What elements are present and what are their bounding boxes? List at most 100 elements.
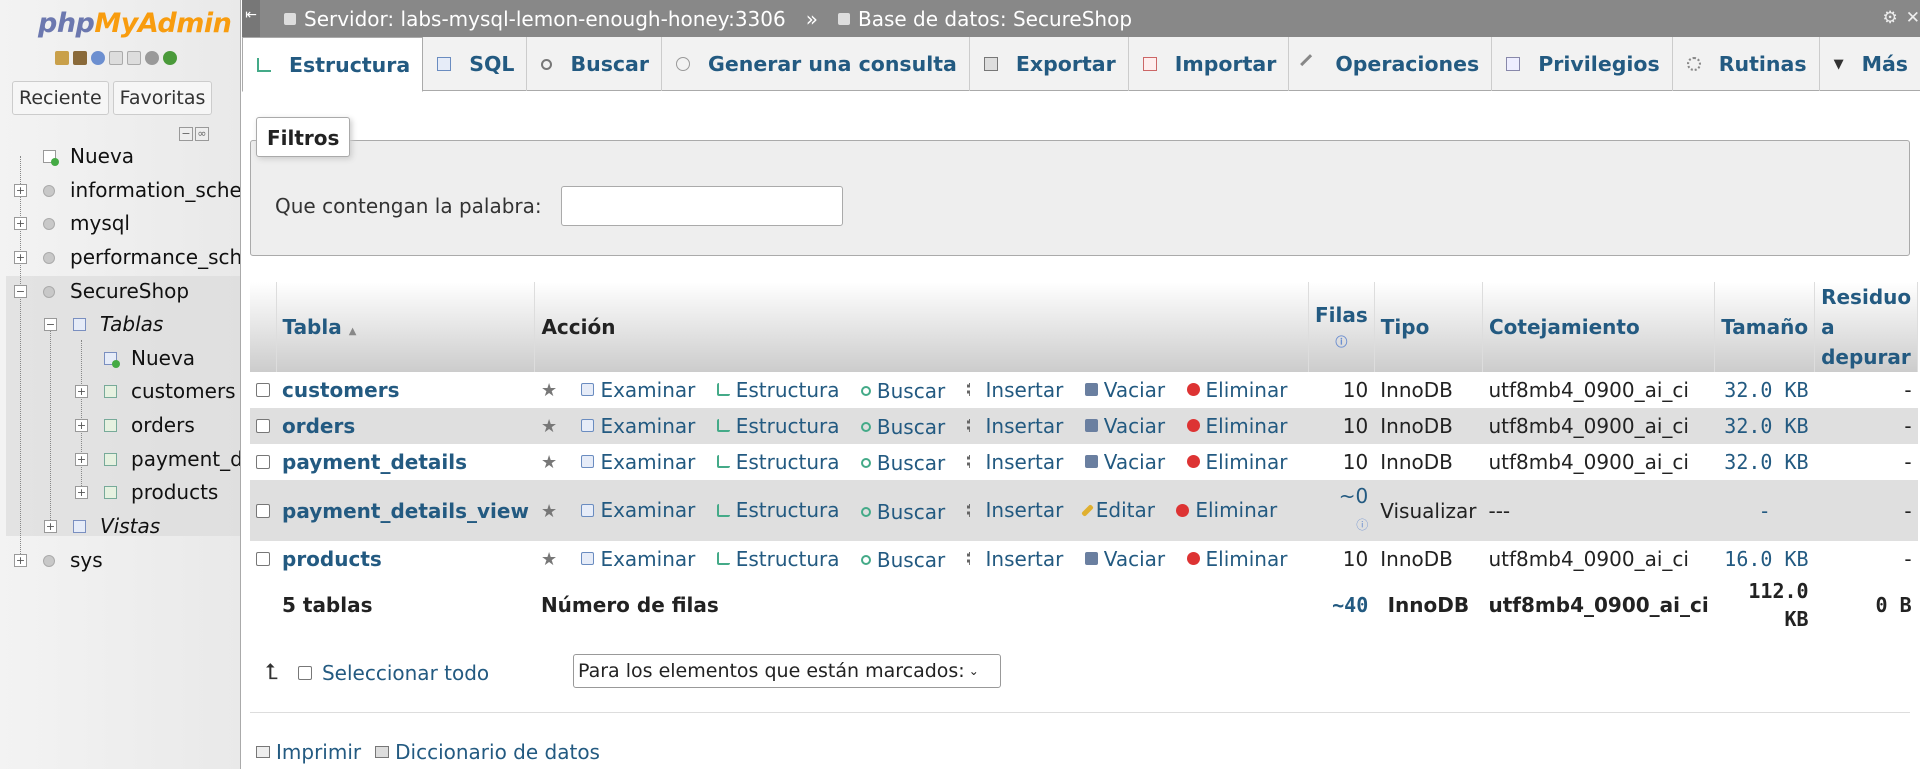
expand-icon[interactable]: + <box>14 184 27 197</box>
row-checkbox[interactable] <box>256 552 270 566</box>
table-size[interactable]: 32.0 KB <box>1714 372 1815 408</box>
tab-operations[interactable]: Operaciones <box>1289 37 1493 91</box>
row-checkbox[interactable] <box>256 419 270 433</box>
tab-sql[interactable]: SQL <box>423 37 528 91</box>
settings-icon[interactable] <box>145 51 159 65</box>
browse-link[interactable]: Examinar <box>581 450 695 474</box>
insert-link[interactable]: Insertar <box>966 414 1063 438</box>
structure-link[interactable]: Estructura <box>716 498 840 522</box>
structure-link[interactable]: Estructura <box>716 414 840 438</box>
table-name-link[interactable]: customers <box>276 372 535 408</box>
table-size[interactable]: 16.0 KB <box>1714 541 1815 577</box>
tab-import[interactable]: Importar <box>1129 37 1290 91</box>
tab-privileges[interactable]: Privilegios <box>1492 37 1673 91</box>
table-name-link[interactable]: payment_details_view <box>276 480 535 541</box>
favorite-star-icon[interactable]: ★ <box>541 452 557 473</box>
recent-tab[interactable]: Reciente <box>12 81 109 115</box>
browse-link[interactable]: Examinar <box>581 414 695 438</box>
collapse-nav-icon[interactable]: ⇤ <box>242 0 260 37</box>
print-link[interactable]: Imprimir <box>256 740 361 764</box>
drop-link[interactable]: Eliminar <box>1186 450 1287 474</box>
breadcrumb-database[interactable]: Base de datos: SecureShop <box>858 7 1132 31</box>
table-name-link[interactable]: products <box>276 541 535 577</box>
search-link[interactable]: Buscar <box>860 451 945 475</box>
search-link[interactable]: Buscar <box>860 415 945 439</box>
table-name-link[interactable]: orders <box>276 408 535 444</box>
insert-link[interactable]: Insertar <box>966 547 1063 571</box>
browse-link[interactable]: Examinar <box>581 498 695 522</box>
filter-text-input[interactable] <box>561 186 843 226</box>
expand-icon[interactable]: + <box>14 251 27 264</box>
tab-query[interactable]: Generar una consulta <box>662 37 970 91</box>
tab-structure[interactable]: Estructura <box>242 37 424 92</box>
favorite-star-icon[interactable]: ★ <box>541 549 557 570</box>
search-link[interactable]: Buscar <box>860 500 945 524</box>
logout-icon[interactable] <box>73 51 87 65</box>
row-checkbox[interactable] <box>256 455 270 469</box>
data-dictionary-link[interactable]: Diccionario de datos <box>375 740 600 764</box>
table-size[interactable]: 32.0 KB <box>1714 408 1815 444</box>
drop-link[interactable]: Eliminar <box>1186 378 1287 402</box>
settings-gear-icon[interactable]: ⚙ <box>1883 8 1898 28</box>
help-icon[interactable] <box>91 51 105 65</box>
header-table[interactable]: Tabla ▲ <box>276 282 536 372</box>
structure-link[interactable]: Estructura <box>716 547 840 571</box>
reload-icon[interactable] <box>163 51 177 65</box>
structure-link[interactable]: Estructura <box>716 450 840 474</box>
header-type[interactable]: Tipo <box>1374 282 1484 372</box>
drop-link[interactable]: Eliminar <box>1176 498 1277 522</box>
tab-more[interactable]: ▼ Más <box>1820 37 1920 91</box>
breadcrumb-server[interactable]: Servidor: labs-mysql-lemon-enough-honey:… <box>304 7 786 31</box>
table-size[interactable]: 32.0 KB <box>1714 444 1815 480</box>
empty-link[interactable]: Vaciar <box>1084 547 1165 571</box>
empty-link[interactable]: Vaciar <box>1084 378 1165 402</box>
favorite-star-icon[interactable]: ★ <box>541 501 557 522</box>
expand-icon[interactable]: + <box>75 486 88 499</box>
tab-routines[interactable]: Rutinas <box>1673 37 1820 91</box>
expand-icon[interactable]: + <box>14 217 27 230</box>
phpmyadmin-logo[interactable]: phpMyAdmin <box>38 8 232 39</box>
close-icon[interactable]: ✕ <box>1906 8 1920 28</box>
tab-export[interactable]: Exportar <box>970 37 1129 91</box>
help-icon[interactable]: ⓘ <box>1335 335 1347 349</box>
home-icon[interactable] <box>55 51 69 65</box>
docs-icon[interactable] <box>109 51 123 65</box>
favorite-star-icon[interactable]: ★ <box>541 416 557 437</box>
insert-link[interactable]: Insertar <box>966 498 1063 522</box>
collapse-icon[interactable]: − <box>14 285 27 298</box>
empty-link[interactable]: Vaciar <box>1084 450 1165 474</box>
header-rows[interactable]: Filas ⓘ <box>1308 282 1375 372</box>
tab-search[interactable]: Buscar <box>527 37 662 91</box>
search-link[interactable]: Buscar <box>860 379 945 403</box>
favorites-tab[interactable]: Favoritas <box>112 81 213 115</box>
expand-icon[interactable]: + <box>14 554 27 567</box>
browse-link[interactable]: Examinar <box>581 547 695 571</box>
header-size[interactable]: Tamaño <box>1714 282 1816 372</box>
expand-icon[interactable]: + <box>75 385 88 398</box>
collapse-icon[interactable]: − <box>44 318 57 331</box>
select-all-link[interactable]: Seleccionar todo <box>322 661 489 685</box>
docs2-icon[interactable] <box>127 51 141 65</box>
insert-link[interactable]: Insertar <box>966 378 1063 402</box>
with-selected-dropdown[interactable]: Para los elementos que están marcados: ⌄ <box>573 654 1001 688</box>
edit-link[interactable]: Editar <box>1080 498 1155 522</box>
tree-item-information-schema[interactable]: + information_schema <box>0 174 240 208</box>
empty-link[interactable]: Vaciar <box>1084 414 1165 438</box>
row-checkbox[interactable] <box>256 383 270 397</box>
table-name-link[interactable]: payment_details <box>276 444 535 480</box>
expand-icon[interactable]: + <box>75 419 88 432</box>
browse-link[interactable]: Examinar <box>581 378 695 402</box>
select-all-checkbox[interactable] <box>297 665 312 680</box>
favorite-star-icon[interactable]: ★ <box>541 380 557 401</box>
help-icon[interactable]: ⓘ <box>1356 518 1368 532</box>
insert-link[interactable]: Insertar <box>966 450 1063 474</box>
header-collation[interactable]: Cotejamiento <box>1482 282 1716 372</box>
drop-link[interactable]: Eliminar <box>1186 547 1287 571</box>
search-link[interactable]: Buscar <box>860 548 945 572</box>
drop-link[interactable]: Eliminar <box>1186 414 1287 438</box>
expand-icon[interactable]: + <box>75 453 88 466</box>
expand-icon[interactable]: + <box>44 520 57 533</box>
link-icon[interactable]: ∞ <box>195 127 209 141</box>
row-checkbox[interactable] <box>256 503 270 518</box>
collapse-all-icon[interactable]: − <box>179 127 193 141</box>
